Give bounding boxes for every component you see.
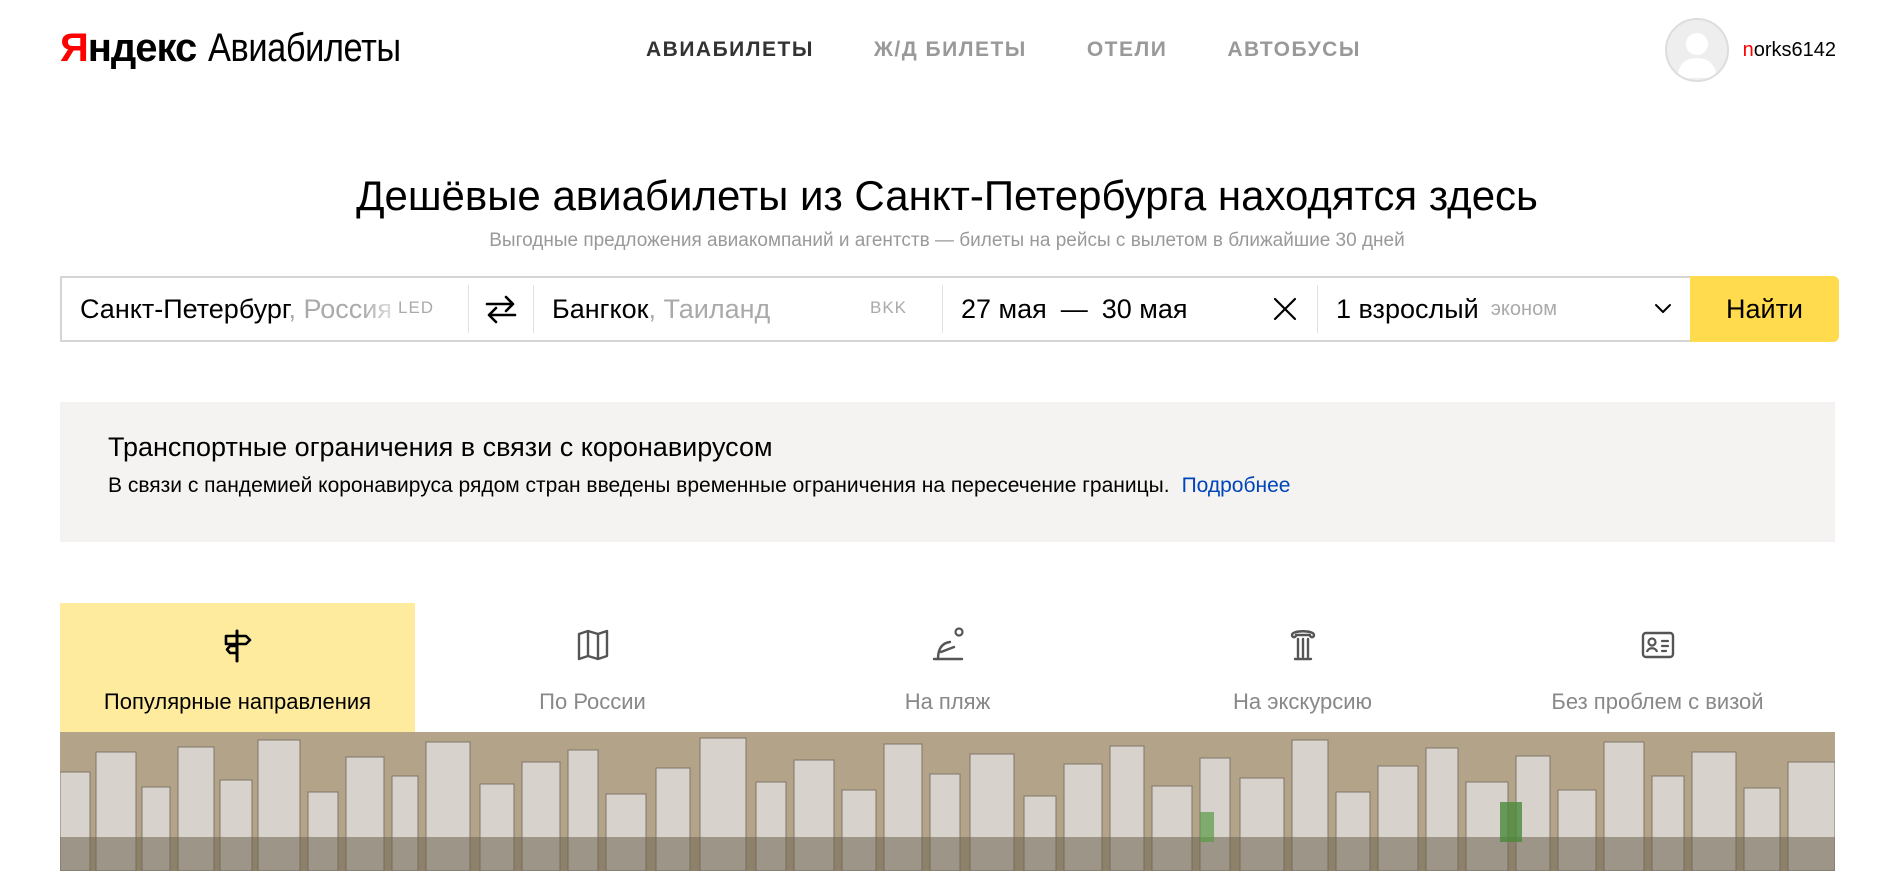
column-icon [1290,630,1315,661]
notice-text: В связи с пандемией коронавируса рядом с… [108,474,1291,497]
passengers-field[interactable]: 1 взрослый эконом [1318,278,1690,340]
logo[interactable]: Яндекс Авиабилеты [60,26,432,70]
tab-label: По России [539,689,646,714]
destination-image[interactable] [60,732,1835,871]
date-end: 30 мая [1101,293,1188,324]
search-fields: Санкт-Петербург, Россия LED Бангкок, Таи… [60,276,1690,342]
nav-train[interactable]: Ж/Д БИЛЕТЫ [874,36,1027,64]
beach-icon [932,627,964,661]
nav-hotels[interactable]: ОТЕЛИ [1087,36,1168,64]
nav-buses[interactable]: АВТОБУСЫ [1227,36,1361,64]
tab-russia[interactable]: По России [415,603,770,732]
map-icon [577,629,608,661]
user-menu[interactable]: norks6142 [1664,18,1836,82]
avatar[interactable] [1664,18,1729,82]
logo-service: Авиабилеты [208,26,402,70]
to-code: BKK [870,298,908,317]
main-nav: АВИАБИЛЕТЫ Ж/Д БИЛЕТЫ ОТЕЛИ АВТОБУСЫ [646,36,1361,64]
search-form: Санкт-Петербург, Россия LED Бангкок, Таи… [60,276,1839,342]
city-skyline [60,732,1835,871]
from-value: Санкт-Петербург, Россия [80,293,393,324]
to-field[interactable]: Бангкок, Таиланд BKK [534,278,942,340]
tab-label: Без проблем с визой [1551,689,1764,714]
notice-title: Транспортные ограничения в связи с корон… [108,432,773,462]
logo-brand: Яндекс [60,26,197,70]
signpost-icon [224,629,251,663]
tab-label: Популярные направления [103,689,372,714]
travel-class: эконом [1490,297,1557,320]
notice-more-link[interactable]: Подробнее [1182,474,1291,497]
passport-icon [1641,631,1674,659]
from-code: LED [398,298,435,317]
to-value: Бангкок, Таиланд [552,293,771,324]
close-icon[interactable] [1271,295,1299,323]
swap-icon [485,295,517,324]
tab-label: На пляж [904,689,991,714]
tab-visa-free[interactable]: Без проблем с визой [1480,603,1835,732]
passengers-count: 1 взрослый [1336,293,1479,324]
dates-field[interactable]: 27 мая —30 мая [943,278,1317,340]
tab-label: На экскурсию [1233,689,1372,714]
tab-excursion[interactable]: На экскурсию [1125,603,1480,732]
covid-notice: Транспортные ограничения в связи с корон… [60,402,1835,542]
tab-beach[interactable]: На пляж [770,603,1125,732]
chevron-down-icon[interactable] [1654,300,1672,318]
category-tabs: Популярные направления По России На пляж… [60,603,1835,732]
date-range: 27 мая —30 мая [961,293,1188,324]
date-start: 27 мая [961,293,1047,324]
page-subtitle: Выгодные предложения авиакомпаний и аген… [489,230,1405,251]
from-field[interactable]: Санкт-Петербург, Россия LED [62,278,468,340]
tab-popular[interactable]: Популярные направления [60,603,415,732]
page-title: Дешёвые авиабилеты из Санкт-Петербурга н… [356,172,1538,219]
search-button[interactable]: Найти [1690,276,1839,342]
swap-button[interactable] [469,278,533,340]
username[interactable]: norks6142 [1743,39,1836,62]
nav-avia[interactable]: АВИАБИЛЕТЫ [646,36,814,64]
